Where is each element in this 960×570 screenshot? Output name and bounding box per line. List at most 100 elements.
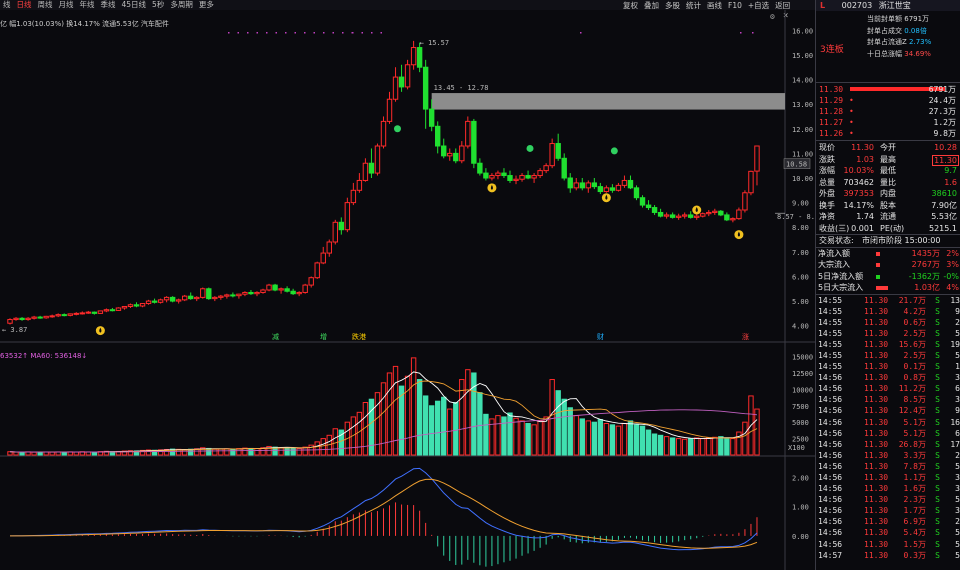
order-price: 11.27 (819, 118, 844, 127)
period-tab-6[interactable]: 45日线 (119, 0, 150, 9)
tool-button-2[interactable]: 多股 (662, 1, 683, 10)
flow-row: 5日净流入额 -1362万 -0% (816, 271, 960, 283)
volume-bar (284, 446, 290, 456)
volume-bar (254, 448, 260, 456)
tick-price: 11.30 (864, 406, 889, 416)
signal-drop-icon (487, 183, 497, 193)
candle (19, 317, 25, 321)
tool-button-6[interactable]: +自选 (745, 1, 772, 10)
period-tab-7[interactable]: 5秒 (149, 0, 167, 9)
candle (194, 296, 200, 302)
event-dot (228, 32, 230, 34)
tick-side: S (935, 384, 940, 394)
tick-count: 5 (955, 461, 960, 471)
board-row-label: 当前封单额 (867, 15, 905, 23)
period-tab-3[interactable]: 月线 (56, 0, 77, 9)
candle (513, 175, 519, 185)
period-tab-9[interactable]: 更多 (196, 0, 217, 9)
candle (127, 303, 134, 308)
tick-volume: 7.8万 (903, 461, 926, 471)
candle (85, 310, 92, 314)
event-dot (304, 32, 306, 34)
tick-price: 11.30 (864, 528, 889, 538)
tick-list: 14:55 11.30 21.7万 S 13 14:55 11.30 4.2万 S 9 14:55 1… (816, 295, 960, 561)
volume-bar (639, 425, 646, 456)
volume-bar (495, 415, 501, 456)
quote-label: 涨跌 (819, 154, 835, 164)
quote-label: 总量 (819, 177, 835, 187)
flow-row: 5日大宗流入 1.03亿 4% (816, 282, 960, 294)
volume-bar (742, 421, 748, 456)
board-row-value: 34.69% (904, 49, 931, 58)
volume-info-text: 63532↑ MA60: 536148↓ (0, 352, 87, 360)
tick-price: 11.30 (864, 317, 889, 327)
kline-chart[interactable]: 亿 幅1.03(10.03%) 换14.17% 流通5.53亿 汽车配件 16.0… (0, 10, 815, 570)
tool-button-3[interactable]: 统计 (683, 1, 704, 10)
price-tick-label: 11.00 (792, 150, 813, 158)
period-tab-2[interactable]: 周线 (35, 0, 56, 9)
flow-value: -1362万 (908, 271, 940, 281)
tick-count: 2 (955, 450, 960, 460)
volume-bar (609, 424, 616, 456)
tick-volume: 5.1万 (903, 417, 926, 427)
candle (603, 185, 610, 193)
tool-button-4[interactable]: 画线 (704, 1, 725, 10)
tick-row: 14:56 11.30 11.2万 S 6 (816, 383, 960, 394)
period-tab-0[interactable]: 线 (0, 0, 14, 9)
candle (49, 314, 55, 318)
tick-volume: 12.4万 (898, 406, 926, 416)
tick-side: S (935, 395, 940, 405)
tick-side: S (935, 295, 940, 305)
period-tab-1[interactable]: 日线 (14, 0, 35, 9)
tick-volume: 4.2万 (903, 306, 926, 316)
tick-row: 14:56 11.30 1.5万 S 5 (816, 539, 960, 550)
signal-circle-icon (610, 147, 618, 155)
tick-time: 14:55 (818, 328, 843, 338)
tick-row: 14:55 11.30 4.2万 S 9 (816, 306, 960, 317)
tick-count: 3 (955, 373, 960, 383)
event-dot (342, 32, 344, 34)
period-tab-4[interactable]: 年线 (77, 0, 98, 9)
tool-button-1[interactable]: 叠加 (641, 1, 662, 10)
price-tick-label: 5.00 (792, 298, 809, 306)
quote-value: 1.74 (856, 212, 874, 221)
volume-bar (477, 392, 483, 456)
volume-bar (7, 451, 13, 456)
candle (302, 283, 308, 294)
candle (645, 200, 652, 210)
volume-bar (441, 396, 447, 456)
tick-volume: 2.3万 (903, 495, 926, 505)
tick-price: 11.30 (864, 495, 889, 505)
resistance-zone (431, 93, 785, 110)
candle (435, 121, 441, 154)
period-tab-5[interactable]: 季线 (98, 0, 119, 9)
period-tab-8[interactable]: 多周期 (167, 0, 196, 9)
volume-bar (392, 365, 399, 456)
candle (25, 317, 31, 321)
volume-bar (597, 419, 604, 456)
tool-button-5[interactable]: F10 (725, 1, 745, 10)
trade-status: 交易状态: 市闭市阶段 15:00:00 (816, 235, 960, 247)
candle (145, 299, 152, 305)
price-tick-label: 14.00 (792, 77, 813, 85)
tick-side: S (935, 339, 940, 349)
tick-volume: 0.3万 (903, 550, 926, 560)
order-dot: • (849, 96, 854, 105)
volume-bar (465, 369, 471, 456)
flow-row: 大宗流入 2767万 3% (816, 259, 960, 271)
event-dot (323, 32, 325, 34)
tool-button-0[interactable]: 复权 (620, 1, 641, 10)
signal-circle-icon (393, 125, 401, 133)
quote-label: 今开 (880, 143, 896, 152)
price-tick-label: 6.00 (792, 273, 809, 281)
tick-side: S (935, 439, 940, 449)
tool-button-7[interactable]: 返回 (772, 1, 793, 10)
candle (422, 59, 429, 129)
tick-count: 5 (955, 539, 960, 549)
candle (754, 145, 760, 186)
order-book-row: 11.26 • 9.8万 (816, 128, 960, 139)
tick-count: 5 (955, 550, 960, 560)
candle (675, 213, 682, 220)
capital-flows: 净流入额 1435万 2% 大宗流入 2767万 3% 5日净流入额 -1362万 -0% 5日大… (816, 248, 960, 294)
event-dot (266, 32, 268, 34)
